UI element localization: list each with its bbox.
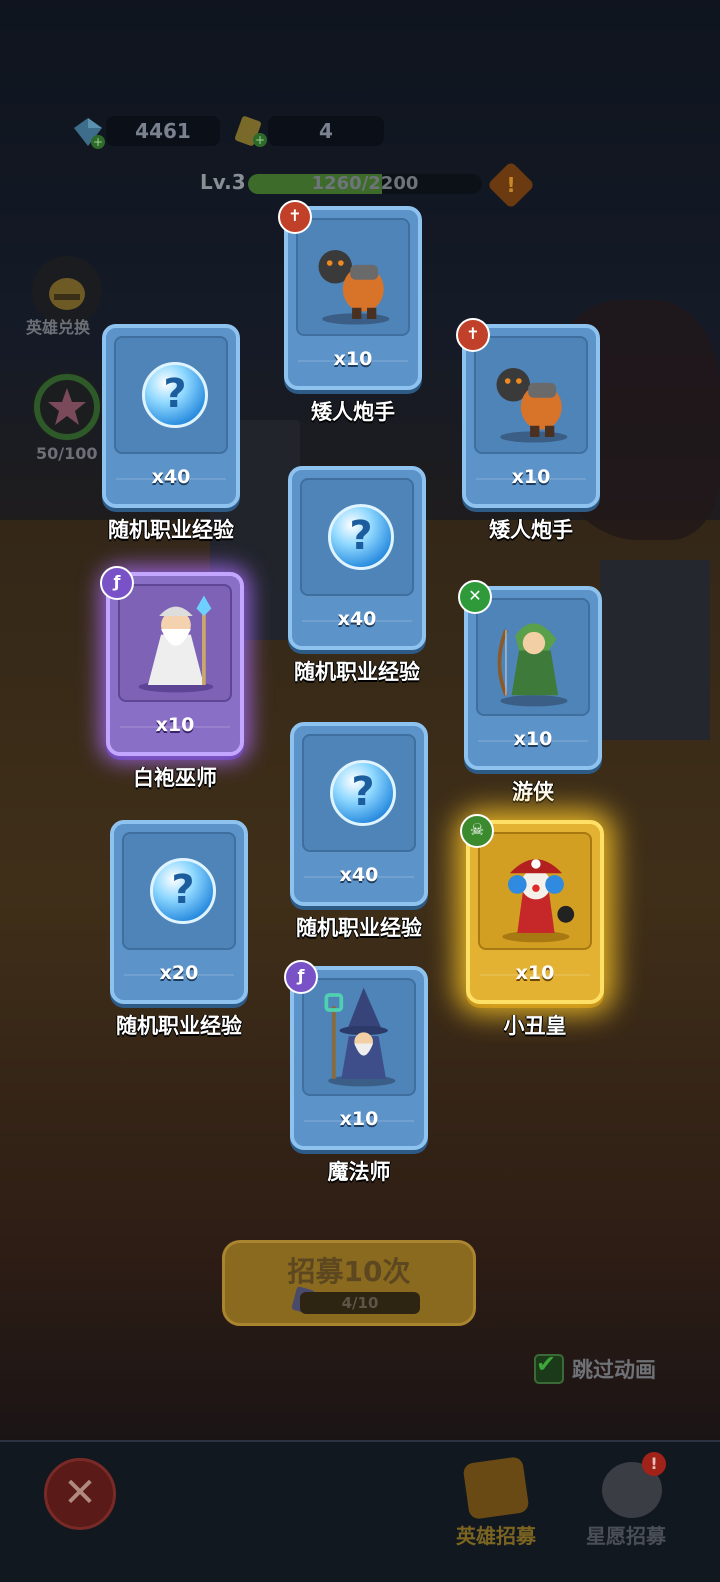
question-orb-icon: ? (328, 504, 394, 570)
reward-name: 随机职业经验 (108, 518, 234, 542)
card-fold-decoration (302, 620, 412, 638)
ticket-icon: + (235, 116, 267, 147)
reward-card[interactable]: x10 ✕ (458, 580, 602, 770)
xp-text: 1260/2200 (311, 173, 419, 194)
wish-progress-label: 50/100 (36, 444, 98, 463)
close-icon: ✕ (63, 1470, 97, 1516)
reward-name: 随机职业经验 (296, 916, 422, 940)
card-fold-decoration (298, 360, 408, 378)
question-orb-icon: ? (330, 760, 396, 826)
card-fold-decoration (120, 726, 230, 744)
hero-portrait (478, 832, 592, 950)
game-scene: + 4461 + 4 Lv.3 1260/2200 ! 英雄兑换 50/100 … (0, 0, 720, 1582)
recruit-progress-text: 4/10 (341, 1294, 379, 1312)
exp-orb-art: ? (300, 478, 414, 596)
notification-badge: ! (642, 1452, 666, 1476)
card-fold-decoration (478, 740, 588, 758)
svg-text:+: + (93, 135, 103, 149)
star-wish-icon (34, 374, 100, 440)
bow-icon: ✕ (458, 580, 492, 614)
question-orb-icon: ? (142, 362, 208, 428)
reward-name: 随机职业经验 (116, 1014, 242, 1038)
reward-card[interactable]: ? x20 (110, 820, 248, 1004)
exp-orb-art: ? (122, 832, 236, 950)
exp-orb-art: ? (114, 336, 228, 454)
card-fold-decoration (304, 1120, 414, 1138)
skull-icon: ☠ (460, 814, 494, 848)
staff-icon: ƒ (100, 566, 134, 600)
hero-portrait (302, 978, 416, 1096)
sword-icon: ✝ (456, 318, 490, 352)
reward-card[interactable]: ? x40 (290, 722, 428, 906)
card-fold-decoration (116, 478, 226, 496)
card-fold-decoration (304, 876, 414, 894)
staff-icon: ƒ (284, 960, 318, 994)
hero-recruit-icon (462, 1456, 530, 1520)
skip-animation-label[interactable]: 跳过动画 (572, 1354, 656, 1384)
reward-name: 魔法师 (327, 1160, 391, 1184)
wish-button[interactable] (32, 372, 102, 442)
reward-name: 白袍巫师 (133, 766, 217, 790)
reward-card[interactable]: x10 ☠ (460, 814, 604, 1004)
card-fold-decoration (480, 974, 590, 992)
warning-button[interactable]: ! (486, 160, 536, 210)
gem-count: 4461 (106, 116, 220, 146)
reward-card[interactable]: ? x40 (102, 324, 240, 508)
reward-card[interactable]: x10 ƒ (100, 566, 244, 756)
question-orb-icon: ? (150, 858, 216, 924)
reward-name: 游侠 (512, 780, 554, 804)
tab-star-wish[interactable]: 星愿招募 (586, 1520, 666, 1549)
ticket-count: 4 (268, 116, 384, 146)
card-fold-decoration (476, 478, 586, 496)
hero-portrait (476, 598, 590, 716)
reward-card[interactable]: x10 ✝ (278, 200, 422, 390)
exp-orb-art: ? (302, 734, 416, 852)
sword-icon: ✝ (278, 200, 312, 234)
hero-portrait (474, 336, 588, 454)
reward-card[interactable]: x10 ✝ (456, 318, 600, 508)
gem-icon: + (74, 118, 105, 149)
reward-name: 小丑皇 (503, 1014, 567, 1038)
player-level: Lv.3 (200, 170, 246, 194)
tab-hero-recruit[interactable]: 英雄招募 (456, 1520, 536, 1549)
reward-card[interactable]: x10 ƒ (284, 960, 428, 1150)
reward-name: 随机职业经验 (294, 660, 420, 684)
recruit-10-label: 招募10次 (287, 1255, 411, 1288)
checkmark-icon: ✔ (536, 1350, 557, 1378)
reward-name: 矮人炮手 (311, 400, 395, 424)
hero-portrait (118, 584, 232, 702)
hero-exchange-label: 英雄兑换 (26, 318, 91, 337)
hero-portrait (296, 218, 410, 336)
reward-name: 矮人炮手 (489, 518, 573, 542)
close-button[interactable]: ✕ (44, 1458, 116, 1530)
card-fold-decoration (124, 974, 234, 992)
warning-icon: ! (506, 173, 516, 197)
reward-card[interactable]: ? x40 (288, 466, 426, 650)
svg-text:+: + (255, 133, 265, 147)
